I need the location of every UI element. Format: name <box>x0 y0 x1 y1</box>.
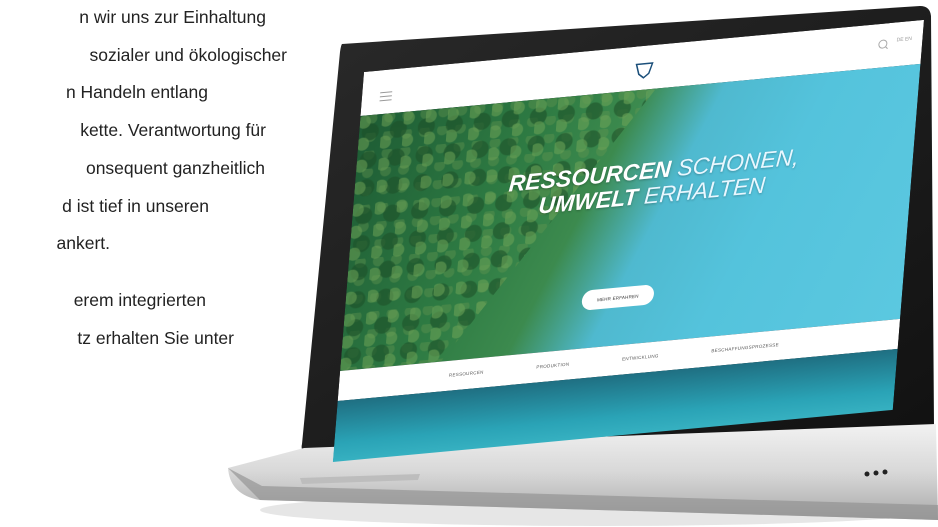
nav-item-produktion[interactable]: PRODUKTION <box>536 362 569 370</box>
forest-image <box>340 85 696 371</box>
port-indicator-2 <box>873 470 879 476</box>
nav-item-ressourcen[interactable]: RESSOURCEN <box>449 370 484 378</box>
laptop-screen: DE EN RESSOURCEN SCHONEN, UMWELT ERHALTE… <box>332 19 924 462</box>
port-indicator-3 <box>882 469 888 475</box>
port-indicator-1 <box>864 471 870 477</box>
hamburger-menu-icon[interactable] <box>379 91 393 102</box>
shield-logo-icon <box>635 62 654 79</box>
learn-more-button[interactable]: MEHR ERFAHREN <box>581 284 655 311</box>
nav-item-beschaffungsprozesse[interactable]: BESCHAFFUNGSPROZESSE <box>711 342 779 353</box>
language-switcher[interactable]: DE EN <box>896 36 912 43</box>
search-icon[interactable] <box>878 39 888 50</box>
laptop-mockup: DE EN RESSOURCEN SCHONEN, UMWELT ERHALTE… <box>0 0 938 527</box>
website-logo[interactable] <box>603 55 695 83</box>
nav-item-entwicklung[interactable]: ENTWICKLUNG <box>622 353 659 361</box>
